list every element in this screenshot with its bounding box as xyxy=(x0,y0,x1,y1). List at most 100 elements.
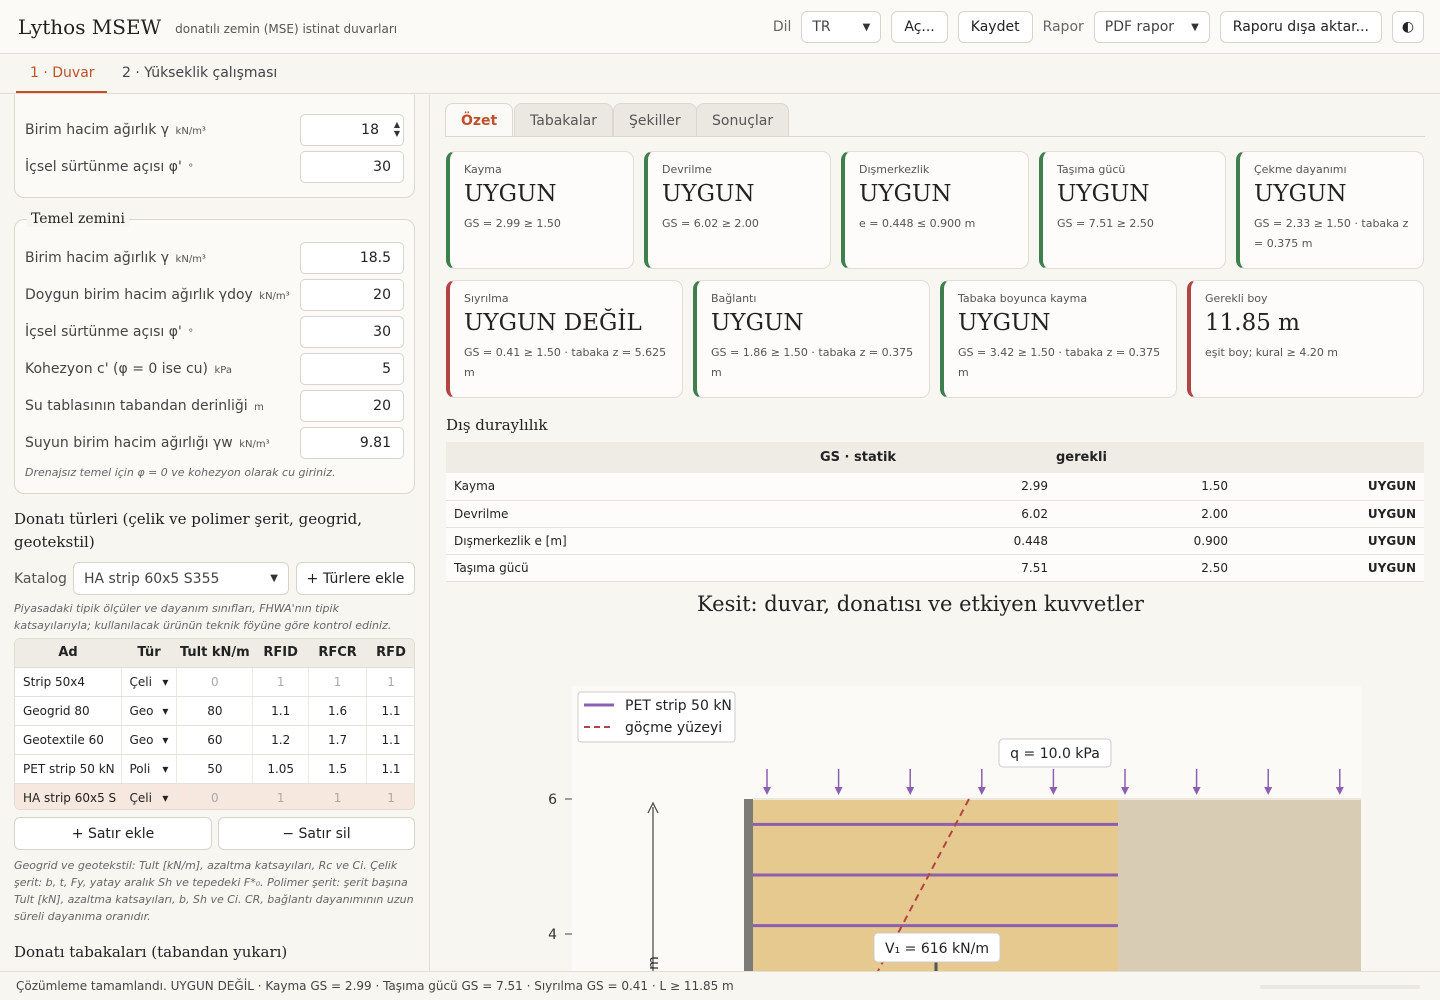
rfd-cell[interactable]: 1.1 xyxy=(366,725,414,755)
header-toolbar: Dil TR ▼ Aç... Kaydet Rapor PDF rapor ▼ … xyxy=(773,11,1424,43)
theme-toggle-icon[interactable]: ◐ xyxy=(1392,11,1424,43)
chevron-down-icon: ▼ xyxy=(862,21,871,33)
table-row[interactable]: Geogrid 80 Geo ▾ 80 1.1 1.6 1.1 xyxy=(15,696,414,726)
type-kind-cell[interactable]: Çeli ▾ xyxy=(121,667,178,697)
water-weight-row: Suyun birim hacim ağırlığı γw kN/m³ 9.81 xyxy=(25,427,404,459)
found-cohesion-input[interactable]: 5 xyxy=(300,353,404,385)
report-format-select[interactable]: PDF rapor ▼ xyxy=(1093,11,1210,43)
rfid-cell[interactable]: 1 xyxy=(252,667,310,697)
open-button[interactable]: Aç... xyxy=(891,11,948,43)
rfid-cell[interactable]: 1.2 xyxy=(252,725,310,755)
type-kind-cell[interactable]: Poli ▾ xyxy=(121,754,178,784)
reinf-types-table[interactable]: Ad Tür Tult kN/m RFID RFCR RFD Strip 50x… xyxy=(14,638,415,810)
tult-cell[interactable]: 0 xyxy=(176,783,254,809)
table-row[interactable]: HA strip 60x5 S Çeli ▾ 0 1 1 1 xyxy=(15,783,414,809)
found-sat-weight-row: Doygun birim hacim ağırlık γdoy kN/m³ 20 xyxy=(25,279,404,311)
field-label: İçsel sürtünme açısı φ' xyxy=(25,159,182,175)
main-tabs: 1 · Duvar 2 · Yükseklik çalışması xyxy=(0,55,1440,94)
fill-friction-row: İçsel sürtünme açısı φ' ° 30 xyxy=(25,151,404,183)
column-header[interactable]: RFCR xyxy=(308,639,367,668)
table-row[interactable]: Strip 50x4 Çeli ▾ 0 1 1 1 xyxy=(15,667,414,697)
y-axis-label: m xyxy=(646,956,662,970)
column-header[interactable]: RFD xyxy=(366,639,414,668)
y-tick-label: 4 xyxy=(548,927,557,943)
delete-row-button[interactable]: − Satır sil xyxy=(218,817,415,850)
status-bar: Çözümleme tamamlandı. UYGUN DEĞİL · Kaym… xyxy=(0,971,1440,1000)
field-label: Suyun birim hacim ağırlığı γw xyxy=(25,435,233,451)
chevron-down-icon: ▾ xyxy=(162,790,169,805)
app-header: Lythos MSEW donatılı zemin (MSE) istinat… xyxy=(0,0,1440,54)
field-unit: ° xyxy=(188,163,194,174)
tult-cell[interactable]: 50 xyxy=(176,754,254,784)
type-name-cell[interactable]: Geogrid 80 xyxy=(15,696,122,726)
rfid-cell[interactable]: 1 xyxy=(252,783,310,809)
water-weight-input[interactable]: 9.81 xyxy=(300,427,404,459)
type-value: Geo xyxy=(129,732,154,747)
rfid-cell[interactable]: 1.05 xyxy=(252,754,310,784)
fill-soil-group: Birim hacim ağırlık γ kN/m³ 18 ▲ ▼ İçsel … xyxy=(14,95,415,198)
type-name-cell[interactable]: Strip 50x4 xyxy=(15,667,122,697)
field-unit: kN/m³ xyxy=(239,439,270,450)
catalog-select[interactable]: HA strip 60x5 S355 ▼ xyxy=(73,562,289,595)
column-header[interactable]: Tult kN/m xyxy=(176,639,253,668)
spinner-icon[interactable]: ▲ ▼ xyxy=(394,120,400,138)
rfd-cell[interactable]: 1 xyxy=(366,667,414,697)
field-label: Birim hacim ağırlık γ xyxy=(25,122,170,138)
add-row-button[interactable]: + Satır ekle xyxy=(14,817,212,850)
report-format-value: PDF rapor xyxy=(1104,19,1175,35)
results-panel[interactable]: Özet Tabakalar Şekiller Sonuçlar Kayma U… xyxy=(431,95,1440,971)
layers-title: Donatı tabakaları (tabandan yukarı) xyxy=(14,943,288,961)
found-unit-weight-input[interactable]: 18.5 xyxy=(300,242,404,274)
table-row[interactable]: Geotextile 60 Geo ▾ 60 1.2 1.7 1.1 xyxy=(15,725,414,755)
input-panel[interactable]: Birim hacim ağırlık γ kN/m³ 18 ▲ ▼ İçsel … xyxy=(0,95,430,971)
water-depth-row: Su tablasının tabandan derinliği m 20 xyxy=(25,390,404,422)
language-select[interactable]: TR ▼ xyxy=(801,11,882,43)
active-tab-indicator xyxy=(16,91,107,93)
rfd-cell[interactable]: 1.1 xyxy=(366,754,414,784)
chevron-down-icon: ▾ xyxy=(162,761,169,776)
rfd-cell[interactable]: 1 xyxy=(366,783,414,809)
legend-label-failure: göçme yüzeyi xyxy=(625,720,722,736)
chevron-down-icon: ▾ xyxy=(162,674,169,689)
found-unit-weight-row: Birim hacim ağırlık γ kN/m³ 18.5 xyxy=(25,242,404,274)
column-header[interactable]: RFID xyxy=(252,639,309,668)
rfcr-cell[interactable]: 1 xyxy=(308,667,368,697)
table-row[interactable]: PET strip 50 kN Poli ▾ 50 1.05 1.5 1.1 xyxy=(15,754,414,784)
tult-cell[interactable]: 60 xyxy=(176,725,254,755)
rfd-cell[interactable]: 1.1 xyxy=(366,696,414,726)
type-kind-cell[interactable]: Çeli ▾ xyxy=(121,783,178,809)
add-to-types-button[interactable]: + Türlere ekle xyxy=(296,562,415,595)
field-unit: kN/m³ xyxy=(175,254,206,265)
tult-cell[interactable]: 80 xyxy=(176,696,254,726)
status-text: Çözümleme tamamlandı. UYGUN DEĞİL · Kaym… xyxy=(16,979,734,993)
type-kind-cell[interactable]: Geo ▾ xyxy=(121,696,178,726)
type-name-cell[interactable]: PET strip 50 kN xyxy=(15,754,122,784)
rfcr-cell[interactable]: 1.5 xyxy=(308,754,368,784)
rfcr-cell[interactable]: 1.6 xyxy=(308,696,368,726)
rfcr-cell[interactable]: 1.7 xyxy=(308,725,368,755)
type-kind-cell[interactable]: Geo ▾ xyxy=(121,725,178,755)
fill-unit-weight-input[interactable]: 18 xyxy=(300,114,404,146)
fill-friction-input[interactable]: 30 xyxy=(300,151,404,183)
type-value: Çeli xyxy=(129,790,152,805)
column-header[interactable]: Tür xyxy=(121,639,177,668)
retained-zone xyxy=(1118,799,1361,971)
resultant-label: V₁ = 616 kN/m xyxy=(885,941,989,957)
found-sat-weight-input[interactable]: 20 xyxy=(300,279,404,311)
type-value: Geo xyxy=(129,703,154,718)
save-button[interactable]: Kaydet xyxy=(957,11,1033,43)
column-header[interactable]: Ad xyxy=(15,639,121,668)
catalog-value: HA strip 60x5 S355 xyxy=(84,570,220,587)
chevron-down-icon: ▼ xyxy=(270,573,278,584)
tab-wall[interactable]: 1 · Duvar xyxy=(30,65,95,81)
rfid-cell[interactable]: 1.1 xyxy=(252,696,310,726)
found-friction-input[interactable]: 30 xyxy=(300,316,404,348)
app-subtitle: donatılı zemin (MSE) istinat duvarları xyxy=(175,21,398,36)
type-name-cell[interactable]: HA strip 60x5 S xyxy=(15,783,122,809)
rfcr-cell[interactable]: 1 xyxy=(308,783,368,809)
tult-cell[interactable]: 0 xyxy=(176,667,254,697)
water-depth-input[interactable]: 20 xyxy=(300,390,404,422)
export-report-button[interactable]: Raporu dışa aktar... xyxy=(1219,11,1382,43)
tab-height-study[interactable]: 2 · Yükseklik çalışması xyxy=(122,65,277,81)
type-name-cell[interactable]: Geotextile 60 xyxy=(15,725,122,755)
